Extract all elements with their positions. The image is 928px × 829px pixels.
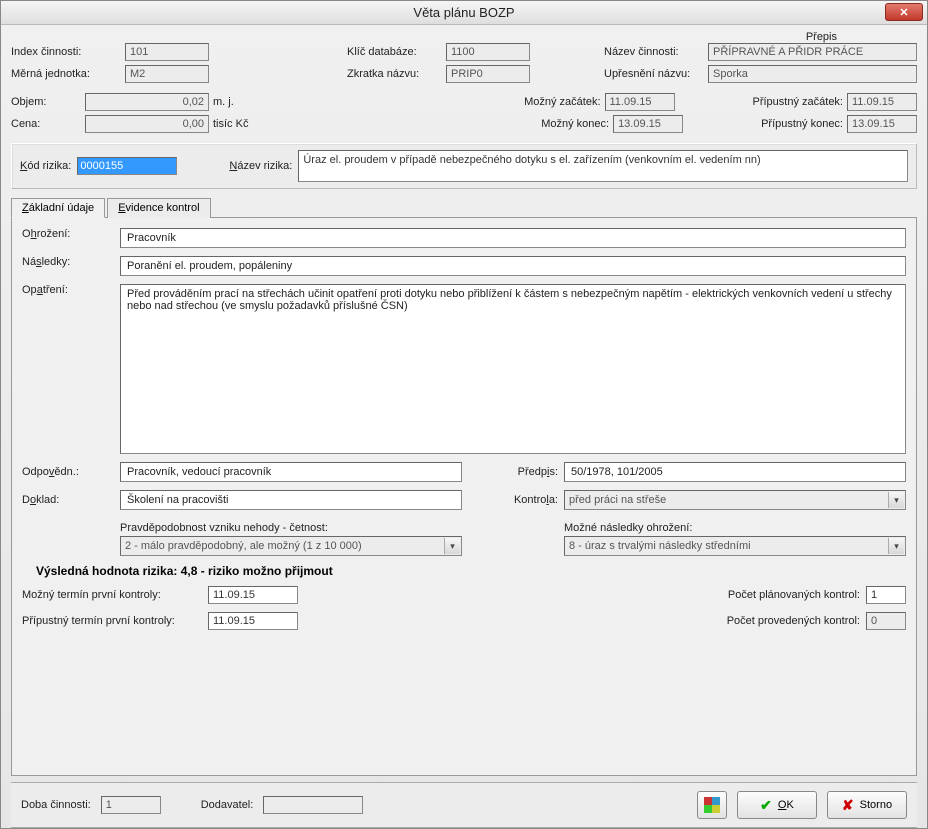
- dodavatel-label: Dodavatel:: [201, 799, 254, 811]
- predpis-input[interactable]: 50/1978, 101/2005: [564, 462, 906, 482]
- pripustny-termin-input[interactable]: 11.09.15: [208, 612, 298, 630]
- pravdepodobnost-combo[interactable]: 2 - málo pravděpodobný, ale možný (1 z 1…: [120, 536, 462, 556]
- nasledky-label: Následky:: [22, 256, 114, 268]
- doba-cinnosti-value: 1: [101, 796, 161, 814]
- upresneni-nazvu-value: Sporka: [708, 65, 917, 83]
- pocet-prov-label: Počet provedených kontrol:: [727, 615, 860, 627]
- mozne-nasledky-combo[interactable]: 8 - úraz s trvalými následky středními ▾: [564, 536, 906, 556]
- index-cinnosti-value: 101: [125, 43, 209, 61]
- window: Věta plánu BOZP ✕ Přepis Index činnosti:…: [0, 0, 928, 829]
- upresneni-nazvu-label: Upřesnění názvu:: [604, 68, 704, 80]
- nazev-rizika-label: Název rizika:: [229, 160, 292, 172]
- cena-value: 0,00: [85, 115, 209, 133]
- check-icon: ✔: [760, 797, 772, 814]
- window-title: Věta plánu BOZP: [413, 5, 514, 20]
- pripustny-konec-value: 13.09.15: [847, 115, 917, 133]
- tab-evidence-kontrol[interactable]: Evidence kontrol: [107, 198, 210, 218]
- opatreni-input[interactable]: Před prováděním prací na střechách učini…: [120, 284, 906, 454]
- doklad-label: Doklad:: [22, 494, 114, 506]
- objem-label: Objem:: [11, 96, 81, 108]
- nazev-cinnosti-label: Název činnosti:: [604, 46, 704, 58]
- mozny-zacatek-label: Možný začátek:: [524, 96, 600, 108]
- objem-unit: m. j.: [213, 96, 269, 108]
- cena-unit: tisíc Kč: [213, 118, 269, 130]
- titlebar: Věta plánu BOZP ✕: [1, 1, 927, 25]
- risk-box: KKód rizika:ód rizika: 0000155 Název riz…: [11, 143, 917, 189]
- tab-body: Ohrožení: Pracovník Ohrožení: Následky: …: [11, 218, 917, 776]
- tabs: Základní údaje Evidence kontrol Základní…: [11, 197, 917, 218]
- zkratka-nazvu-value: PRIP0: [446, 65, 530, 83]
- objem-value: 0,02: [85, 93, 209, 111]
- palette-button[interactable]: [697, 791, 727, 819]
- mozne-nasledky-label: Možné následky ohrožení:: [564, 522, 906, 534]
- opatreni-label: Opatření:: [22, 284, 114, 296]
- cena-label: Cena:: [11, 118, 81, 130]
- pripustny-zacatek-label: Přípustný začátek:: [753, 96, 844, 108]
- pocet-plan-input[interactable]: 1: [866, 586, 906, 604]
- kod-rizika-input[interactable]: 0000155: [77, 157, 177, 175]
- nazev-cinnosti-value: PŘÍPRAVNÉ A PŘIDR PRÁCE: [708, 43, 917, 61]
- ok-button[interactable]: ✔ OK OK: [737, 791, 817, 819]
- pocet-prov-value: 0: [866, 612, 906, 630]
- cross-icon: ✘: [842, 797, 854, 814]
- footer-strip: Doba činnosti: 1 Dodavatel: ✔ OK OK ✘ St…: [11, 782, 917, 828]
- ohrozeni-input[interactable]: Pracovník: [120, 228, 906, 248]
- index-cinnosti-label: Index činnosti:: [11, 46, 121, 58]
- chevron-down-icon: ▾: [444, 538, 460, 554]
- nazev-rizika-input[interactable]: Úraz el. proudem v případě nebezpečného …: [298, 150, 908, 182]
- pocet-plan-label: Počet plánovaných kontrol:: [728, 589, 860, 601]
- mozny-zacatek-value: 11.09.15: [605, 93, 675, 111]
- doba-cinnosti-label: Doba činnosti:: [21, 799, 91, 811]
- klic-databaze-label: Klíč databáze:: [347, 46, 442, 58]
- kod-rizika-label: KKód rizika:ód rizika:: [20, 160, 71, 172]
- mozny-termin-label: Možný termín první kontroly:: [22, 589, 202, 601]
- pripustny-zacatek-value: 11.09.15: [847, 93, 917, 111]
- klic-databaze-value: 1100: [446, 43, 530, 61]
- close-button[interactable]: ✕: [885, 3, 923, 21]
- nasledky-input[interactable]: Poranění el. proudem, popáleniny: [120, 256, 906, 276]
- tab-zakladni-udaje[interactable]: Základní údaje: [11, 198, 105, 218]
- dodavatel-value: [263, 796, 363, 814]
- prepis-label: Přepis: [806, 31, 837, 43]
- odpovedn-input[interactable]: Pracovník, vedoucí pracovník: [120, 462, 462, 482]
- mozny-termin-input[interactable]: 11.09.15: [208, 586, 298, 604]
- close-icon: ✕: [899, 6, 908, 19]
- merna-jednotka-label: Měrná jednotka:: [11, 68, 121, 80]
- pravdepodobnost-label: Pravděpodobnost vzniku nehody - četnost:: [120, 522, 462, 534]
- odpovedn-label: Odpovědn.:: [22, 466, 114, 478]
- zkratka-nazvu-label: Zkratka názvu:: [347, 68, 442, 80]
- pripustny-konec-label: Přípustný konec:: [761, 118, 843, 130]
- vysledna-hodnota-label: Výsledná hodnota rizika: 4,8 - riziko mo…: [36, 564, 906, 578]
- palette-icon: [704, 797, 720, 813]
- mozny-konec-label: Možný konec:: [541, 118, 609, 130]
- chevron-down-icon: ▾: [888, 492, 904, 508]
- storno-button[interactable]: ✘ Storno: [827, 791, 907, 819]
- chevron-down-icon: ▾: [888, 538, 904, 554]
- pripustny-termin-label: Přípustný termín první kontroly:: [22, 615, 202, 627]
- kontrola-combo[interactable]: před práci na střeše ▾: [564, 490, 906, 510]
- merna-jednotka-value: M2: [125, 65, 209, 83]
- kontrola-label: Kontrola:: [468, 494, 558, 506]
- ohrozeni-label: Ohrožení:: [22, 228, 114, 240]
- doklad-input[interactable]: Školení na pracovišti: [120, 490, 462, 510]
- mozny-konec-value: 13.09.15: [613, 115, 683, 133]
- predpis-label: Předpis:: [468, 466, 558, 478]
